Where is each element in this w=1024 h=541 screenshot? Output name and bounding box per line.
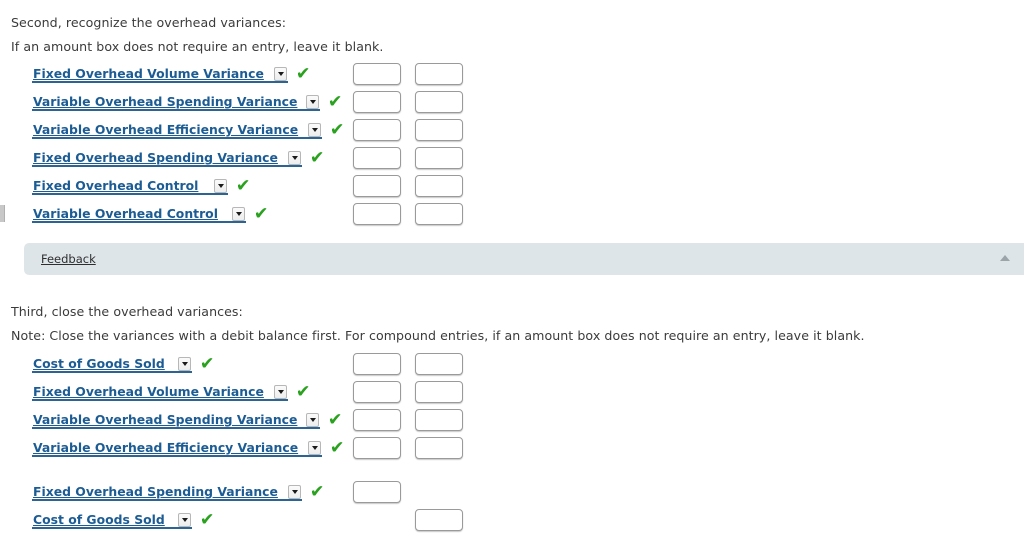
debit-amount-input[interactable] bbox=[353, 175, 401, 197]
account-select[interactable]: Fixed Overhead Spending Variance bbox=[32, 150, 302, 167]
account-select[interactable]: Fixed Overhead Control bbox=[32, 178, 228, 195]
feedback-bar[interactable]: Feedback bbox=[24, 243, 1024, 275]
debit-amount-input[interactable] bbox=[353, 91, 401, 113]
chevron-down-icon[interactable] bbox=[274, 66, 287, 81]
debit-amount-input[interactable] bbox=[353, 353, 401, 375]
correct-check-icon: ✔ bbox=[328, 92, 343, 112]
debit-amount-input[interactable] bbox=[353, 147, 401, 169]
second-note: If an amount box does not require an ent… bbox=[11, 39, 384, 54]
account-select[interactable]: Variable Overhead Efficiency Variance bbox=[32, 440, 322, 457]
account-select-label: Fixed Overhead Spending Variance bbox=[33, 484, 278, 499]
account-select-label: Fixed Overhead Control bbox=[33, 178, 199, 193]
correct-check-icon: ✔ bbox=[310, 148, 325, 168]
account-select-label: Variable Overhead Spending Variance bbox=[33, 94, 298, 109]
chevron-down-icon[interactable] bbox=[178, 356, 191, 371]
credit-amount-input[interactable] bbox=[415, 175, 463, 197]
journal-entry-row: Fixed Overhead Spending Variance ✔ bbox=[32, 481, 512, 506]
journal-entry-row: Variable Overhead Control ✔ bbox=[32, 203, 512, 228]
chevron-down-icon[interactable] bbox=[178, 512, 191, 527]
account-select-label: Variable Overhead Efficiency Variance bbox=[33, 440, 299, 455]
account-select[interactable]: Variable Overhead Efficiency Variance bbox=[32, 122, 322, 139]
credit-amount-input[interactable] bbox=[415, 437, 463, 459]
account-select[interactable]: Variable Overhead Control bbox=[32, 206, 246, 223]
account-select[interactable]: Fixed Overhead Volume Variance bbox=[32, 66, 288, 83]
credit-amount-input[interactable] bbox=[415, 409, 463, 431]
credit-amount-input[interactable] bbox=[415, 119, 463, 141]
worksheet-page: Second, recognize the overhead variances… bbox=[0, 0, 1024, 541]
credit-amount-input[interactable] bbox=[415, 509, 463, 531]
chevron-down-icon[interactable] bbox=[232, 206, 245, 221]
credit-amount-input[interactable] bbox=[415, 63, 463, 85]
account-select[interactable]: Variable Overhead Spending Variance bbox=[32, 94, 320, 111]
journal-entry-row: Fixed Overhead Spending Variance ✔ bbox=[32, 147, 512, 172]
credit-amount-input[interactable] bbox=[415, 381, 463, 403]
debit-amount-input[interactable] bbox=[353, 63, 401, 85]
debit-amount-input[interactable] bbox=[353, 409, 401, 431]
correct-check-icon: ✔ bbox=[296, 382, 311, 402]
account-select[interactable]: Fixed Overhead Volume Variance bbox=[32, 384, 288, 401]
correct-check-icon: ✔ bbox=[254, 204, 269, 224]
account-select[interactable]: Fixed Overhead Spending Variance bbox=[32, 484, 302, 501]
journal-entry-row: Variable Overhead Spending Variance ✔ bbox=[32, 409, 512, 434]
credit-amount-input[interactable] bbox=[415, 91, 463, 113]
journal-entry-row: Cost of Goods Sold ✔ bbox=[32, 509, 512, 534]
account-select[interactable]: Variable Overhead Spending Variance bbox=[32, 412, 320, 429]
correct-check-icon: ✔ bbox=[330, 120, 345, 140]
journal-entry-row: Fixed Overhead Volume Variance ✔ bbox=[32, 381, 512, 406]
chevron-down-icon[interactable] bbox=[308, 122, 321, 137]
correct-check-icon: ✔ bbox=[330, 438, 345, 458]
chevron-down-icon[interactable] bbox=[306, 94, 319, 109]
correct-check-icon: ✔ bbox=[328, 410, 343, 430]
account-select[interactable]: Cost of Goods Sold bbox=[32, 356, 192, 373]
chevron-down-icon[interactable] bbox=[214, 178, 227, 193]
journal-entry-row: Fixed Overhead Volume Variance ✔ bbox=[32, 63, 512, 88]
account-select[interactable]: Cost of Goods Sold bbox=[32, 512, 192, 529]
chevron-down-icon[interactable] bbox=[306, 412, 319, 427]
account-select-label: Variable Overhead Spending Variance bbox=[33, 412, 298, 427]
account-select-label: Fixed Overhead Spending Variance bbox=[33, 150, 278, 165]
collapse-arrow-icon[interactable] bbox=[1000, 255, 1010, 261]
correct-check-icon: ✔ bbox=[236, 176, 251, 196]
debit-amount-input[interactable] bbox=[353, 119, 401, 141]
journal-entry-row: Cost of Goods Sold ✔ bbox=[32, 353, 512, 378]
debit-amount-input[interactable] bbox=[353, 437, 401, 459]
journal-entry-row: Fixed Overhead Control ✔ bbox=[32, 175, 512, 200]
account-select-label: Variable Overhead Control bbox=[33, 206, 218, 221]
correct-check-icon: ✔ bbox=[296, 64, 311, 84]
third-note: Note: Close the variances with a debit b… bbox=[11, 328, 865, 343]
debit-amount-input[interactable] bbox=[353, 381, 401, 403]
third-heading: Third, close the overhead variances: bbox=[11, 304, 243, 319]
clipped-edge-artifact bbox=[0, 205, 5, 222]
account-select-label: Cost of Goods Sold bbox=[33, 512, 165, 527]
correct-check-icon: ✔ bbox=[200, 354, 215, 374]
feedback-label[interactable]: Feedback bbox=[41, 252, 96, 266]
journal-entry-row: Variable Overhead Efficiency Variance ✔ bbox=[32, 437, 512, 462]
account-select-label: Fixed Overhead Volume Variance bbox=[33, 66, 264, 81]
account-select-label: Cost of Goods Sold bbox=[33, 356, 165, 371]
debit-amount-input[interactable] bbox=[353, 203, 401, 225]
credit-amount-input[interactable] bbox=[415, 147, 463, 169]
journal-entry-row: Variable Overhead Efficiency Variance ✔ bbox=[32, 119, 512, 144]
chevron-down-icon[interactable] bbox=[288, 484, 301, 499]
credit-amount-input[interactable] bbox=[415, 353, 463, 375]
second-heading: Second, recognize the overhead variances… bbox=[11, 15, 287, 30]
debit-amount-input[interactable] bbox=[353, 481, 401, 503]
journal-entry-row: Variable Overhead Spending Variance ✔ bbox=[32, 91, 512, 116]
chevron-down-icon[interactable] bbox=[288, 150, 301, 165]
account-select-label: Variable Overhead Efficiency Variance bbox=[33, 122, 299, 137]
correct-check-icon: ✔ bbox=[200, 510, 215, 530]
chevron-down-icon[interactable] bbox=[274, 384, 287, 399]
correct-check-icon: ✔ bbox=[310, 482, 325, 502]
account-select-label: Fixed Overhead Volume Variance bbox=[33, 384, 264, 399]
credit-amount-input[interactable] bbox=[415, 203, 463, 225]
chevron-down-icon[interactable] bbox=[308, 440, 321, 455]
